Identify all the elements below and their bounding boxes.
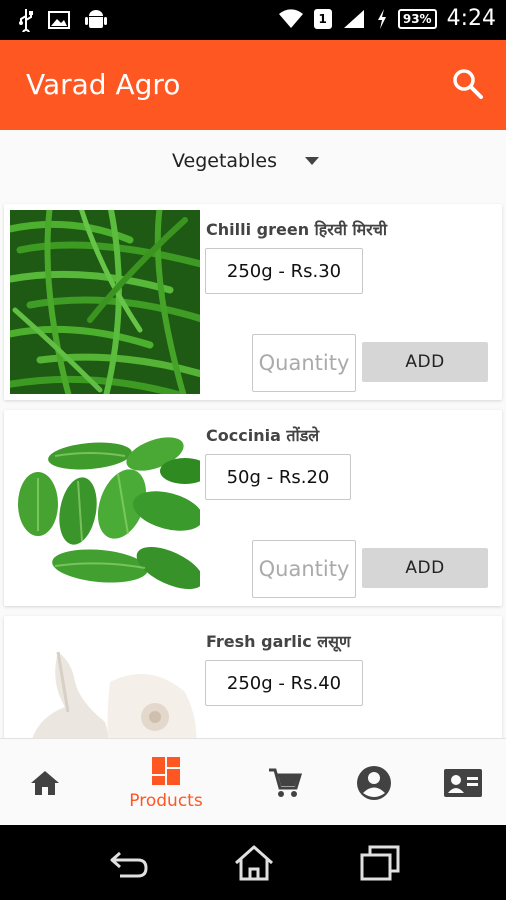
account-icon [357, 765, 391, 800]
back-icon[interactable] [106, 843, 150, 883]
product-card: Coccinia तोंडले 50g - Rs.20 Quantity ADD [4, 410, 502, 606]
category-dropdown[interactable]: Vegetables [172, 150, 319, 172]
product-name: Chilli green हिरवी मिरची [206, 220, 388, 239]
android-icon [85, 10, 107, 28]
nav-account[interactable] [352, 739, 396, 826]
usb-icon [19, 9, 33, 32]
system-navigation-bar [0, 825, 506, 900]
product-image-chilli [10, 210, 200, 394]
add-button[interactable]: ADD [362, 342, 488, 382]
nav-home[interactable] [20, 739, 70, 826]
wifi-icon [278, 8, 303, 28]
variant-selector[interactable]: 250g - Rs.40 [205, 660, 363, 706]
product-image-garlic [10, 622, 200, 738]
clock: 4:24 [446, 6, 496, 31]
variant-selector[interactable]: 50g - Rs.20 [205, 454, 351, 500]
sim-indicator: 1 [313, 8, 332, 29]
products-grid-icon [152, 756, 180, 785]
status-bar: 1 93% 4:24 [0, 0, 506, 40]
variant-selector[interactable]: 250g - Rs.30 [205, 248, 363, 294]
app-bar: Varad Agro [0, 40, 506, 130]
nav-contact[interactable] [440, 739, 486, 826]
recent-apps-icon[interactable] [358, 843, 402, 883]
quantity-input[interactable]: Quantity [252, 540, 356, 598]
category-selected-value: Vegetables [172, 150, 277, 172]
nav-products-label: Products [129, 790, 203, 811]
product-card: Fresh garlic लसूण 250g - Rs.40 [4, 616, 502, 738]
add-button[interactable]: ADD [362, 548, 488, 588]
charging-icon [377, 8, 386, 29]
product-name: Fresh garlic लसूण [206, 632, 351, 651]
signal-icon [343, 9, 364, 28]
nav-cart[interactable] [262, 739, 308, 826]
app-title: Varad Agro [26, 68, 181, 101]
chevron-down-icon [304, 157, 319, 165]
contact-card-icon [444, 768, 482, 797]
search-icon[interactable] [450, 66, 486, 102]
nav-products[interactable]: Products [118, 739, 214, 826]
product-image-coccinia [10, 416, 200, 600]
home-nav-icon[interactable] [232, 843, 276, 883]
product-card: Chilli green हिरवी मिरची 250g - Rs.30 Qu… [4, 204, 502, 400]
product-list-area: Vegetables Chilli green हिरवी मिरची 250g… [0, 130, 506, 738]
home-icon [31, 770, 59, 795]
image-icon [48, 11, 70, 29]
battery-indicator: 93% [397, 8, 437, 29]
quantity-input[interactable]: Quantity [252, 334, 356, 392]
bottom-navigation: Products [0, 738, 506, 825]
cart-icon [269, 768, 302, 797]
product-name: Coccinia तोंडले [206, 426, 320, 445]
